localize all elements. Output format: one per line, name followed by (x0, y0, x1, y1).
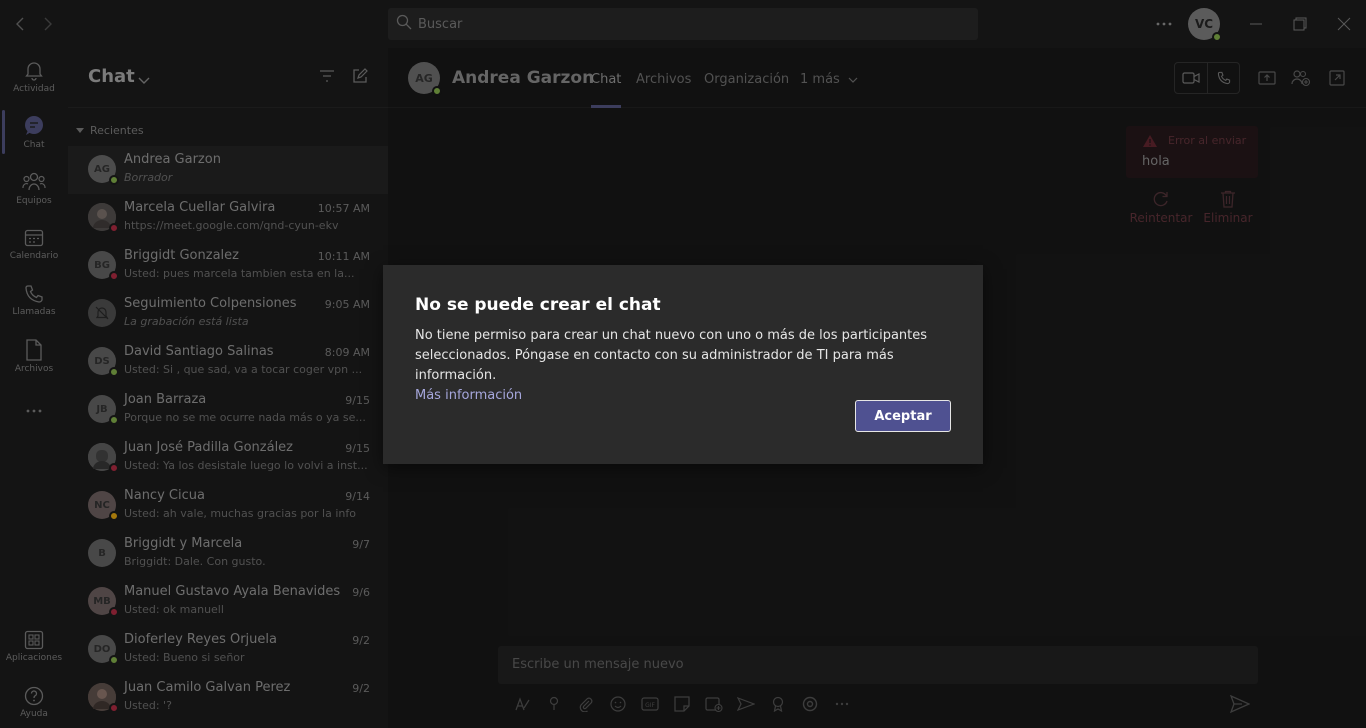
teams-window: Buscar VC Actividad Chat Equipos Calenda… (0, 0, 1366, 728)
accept-button[interactable]: Aceptar (855, 400, 951, 432)
error-dialog: No se puede crear el chat No tiene permi… (383, 265, 983, 464)
dialog-body: No tiene permiso para crear un chat nuev… (415, 326, 955, 406)
dialog-title: No se puede crear el chat (415, 295, 661, 315)
dialog-message: No tiene permiso para crear un chat nuev… (415, 328, 928, 383)
more-info-link[interactable]: Más información (415, 388, 522, 403)
